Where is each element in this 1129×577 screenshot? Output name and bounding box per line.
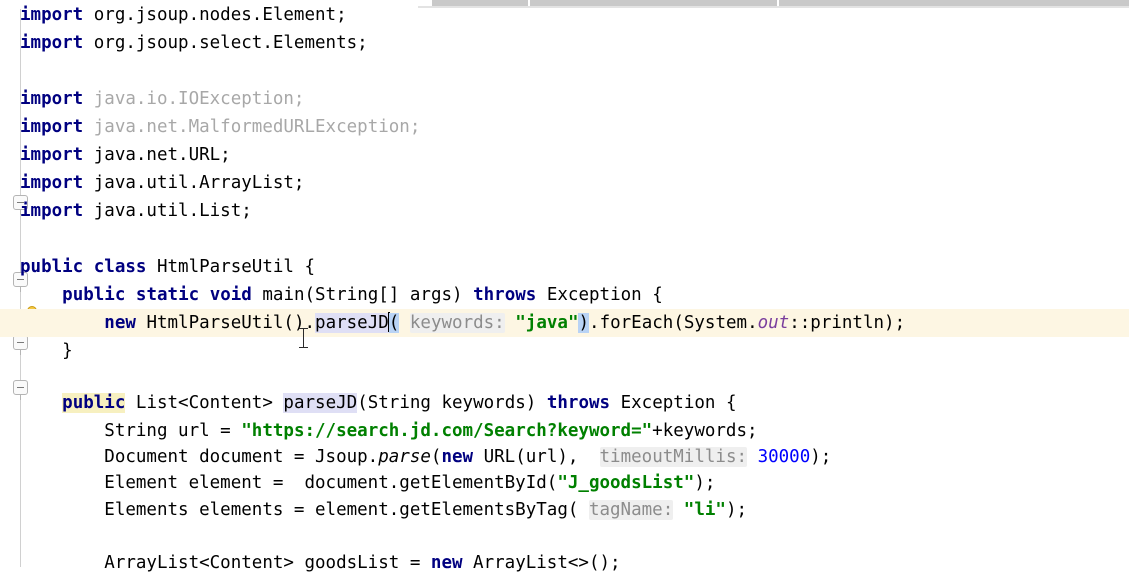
code-line[interactable]: import java.net.MalformedURLException;	[0, 113, 1129, 141]
code-token: }	[20, 341, 73, 361]
code-text-area[interactable]: import org.jsoup.nodes.Element; import or…	[0, 5, 1129, 573]
keyword-token: import	[20, 5, 84, 25]
code-line[interactable]: String url = "https://search.jd.com/Sear…	[0, 417, 1129, 445]
keyword-token: import	[20, 201, 84, 221]
keyword-token: public	[62, 285, 126, 305]
code-line[interactable]: import java.util.List;	[0, 197, 1129, 225]
keyword-token: import	[20, 33, 84, 53]
code-token: ArrayList<>();	[462, 553, 621, 573]
code-token: Element element = document.getElementByI…	[20, 473, 558, 493]
keyword-token: public	[20, 257, 84, 277]
code-token: org.jsoup.nodes.Element;	[83, 5, 347, 25]
code-token: (	[430, 447, 442, 467]
code-token: );	[694, 473, 716, 493]
code-token: Document document = Jsoup.	[20, 447, 379, 467]
code-token: out	[757, 313, 790, 333]
code-line[interactable]: Document document = Jsoup.parse(new URL(…	[0, 443, 1129, 471]
code-token: )	[578, 313, 590, 333]
unused-import-token: java.io.IOException;	[83, 89, 305, 109]
code-token: java.util.List;	[83, 201, 252, 221]
code-token: parse	[378, 447, 431, 467]
code-editor[interactable]: import org.jsoup.nodes.Element; import or…	[0, 5, 1129, 573]
code-line[interactable]: Element element = document.getElementByI…	[0, 469, 1129, 497]
code-token: );	[810, 447, 832, 467]
code-token: List<Content>	[125, 393, 284, 413]
keyword-token: void	[209, 285, 252, 305]
code-line[interactable]: public class HtmlParseUtil {	[0, 253, 1129, 281]
code-line[interactable]: import java.io.IOException;	[0, 85, 1129, 113]
parameter-hint: tagName:	[588, 500, 674, 520]
mouse-text-cursor-icon	[299, 327, 308, 349]
keyword-token: import	[20, 173, 84, 193]
keyword-token: import	[20, 89, 84, 109]
parameter-hint: keywords:	[409, 313, 505, 333]
code-token: ::println);	[789, 313, 906, 333]
string-literal: "li"	[683, 500, 726, 520]
keyword-token: public	[62, 393, 126, 413]
keyword-token: static	[135, 285, 200, 305]
keyword-token: new	[104, 313, 136, 333]
code-token: HtmlParseUtil {	[146, 257, 316, 277]
keyword-token: import	[20, 117, 84, 137]
code-line[interactable]: new HtmlParseUtil().parseJD( keywords: "…	[0, 309, 1129, 337]
code-token: org.jsoup.select.Elements;	[83, 33, 368, 53]
code-token: java.net.URL;	[83, 145, 231, 165]
code-line[interactable]: public List<Content> parseJD(String keyw…	[0, 389, 1129, 417]
code-token: Exception {	[536, 285, 663, 305]
code-line[interactable]: import org.jsoup.nodes.Element;	[0, 1, 1129, 29]
keyword-token: import	[20, 145, 84, 165]
string-literal: "J_goodsList"	[557, 473, 695, 493]
code-token: (String keywords)	[357, 393, 547, 413]
code-line[interactable]: ArrayList<Content> goodsList = new Array…	[0, 549, 1129, 577]
code-token: Elements elements = element.getElementsB…	[20, 500, 589, 520]
code-token: main(String[] args)	[251, 285, 474, 305]
keyword-token: class	[93, 257, 147, 277]
code-token: HtmlParseUtil().	[135, 313, 316, 333]
code-line[interactable]: Elements elements = element.getElementsB…	[0, 496, 1129, 524]
keyword-token: throws	[546, 393, 611, 413]
keyword-token: new	[441, 447, 474, 467]
code-line[interactable]: import java.util.ArrayList;	[0, 169, 1129, 197]
code-line[interactable]: import org.jsoup.select.Elements;	[0, 29, 1129, 57]
code-token: );	[725, 500, 748, 520]
code-token: .forEach(System.	[589, 313, 758, 333]
code-token: +keywords;	[652, 421, 758, 441]
code-line[interactable]: }	[0, 337, 1129, 365]
code-line[interactable]	[0, 522, 1129, 550]
code-line[interactable]	[0, 57, 1129, 85]
code-line[interactable]	[0, 225, 1129, 253]
code-line[interactable]: public static void main(String[] args) t…	[0, 281, 1129, 309]
code-token: (	[388, 313, 400, 333]
string-literal: "java"	[515, 313, 579, 333]
keyword-token: new	[430, 553, 463, 573]
unused-import-token: java.net.MalformedURLException;	[83, 117, 421, 137]
string-literal: "https://search.jd.com/Search?keyword="	[241, 421, 653, 441]
code-token: parseJD	[283, 393, 358, 413]
code-token: Exception {	[610, 393, 737, 413]
parameter-hint: timeoutMillis:	[599, 447, 748, 467]
code-token: parseJD	[315, 313, 389, 333]
code-token: URL(url),	[473, 447, 600, 467]
keyword-token: throws	[473, 285, 537, 305]
code-token: ArrayList<Content> goodsList =	[20, 553, 431, 573]
code-line[interactable]: import java.net.URL;	[0, 141, 1129, 169]
number-literal: 30000	[757, 447, 811, 467]
code-token: java.util.ArrayList;	[83, 173, 305, 193]
code-token: String url =	[20, 421, 242, 441]
